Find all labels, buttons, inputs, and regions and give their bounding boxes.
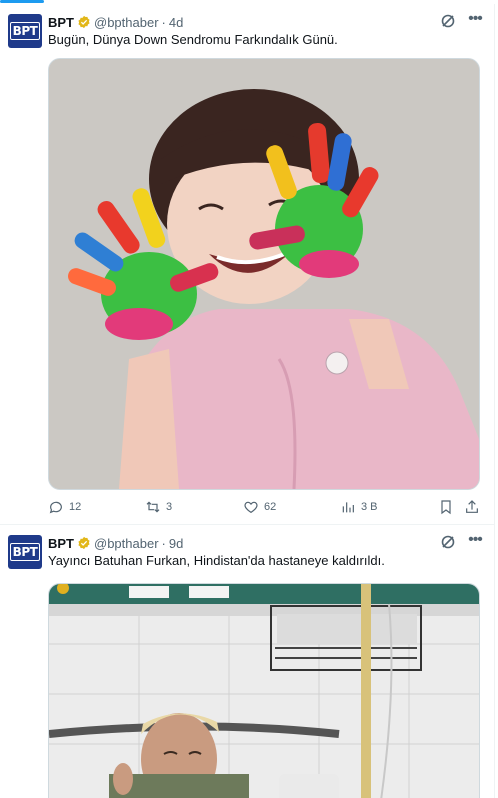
avatar-logo-text: BPT xyxy=(9,543,41,561)
tweet-text: Yayıncı Batuhan Furkan, Hindistan'da has… xyxy=(48,553,385,568)
tweet-card[interactable]: BPT BPT @bpthaber · 4d ••• Bugün, Dünya … xyxy=(0,4,495,525)
verified-badge-icon xyxy=(77,536,91,550)
avatar[interactable]: BPT xyxy=(8,535,42,569)
more-options-icon[interactable]: ••• xyxy=(466,532,484,551)
tweet-timestamp[interactable]: 9d xyxy=(169,536,183,551)
views-chart-icon xyxy=(342,502,354,513)
grok-icon[interactable] xyxy=(440,534,456,550)
avatar-logo-text: BPT xyxy=(9,22,41,40)
retweet-button[interactable]: 3 xyxy=(145,499,172,515)
active-tab-underline xyxy=(0,0,44,3)
retweet-count: 3 xyxy=(166,501,173,513)
share-icon xyxy=(466,500,478,513)
reply-button[interactable]: 12 xyxy=(48,499,81,515)
bookmark-icon xyxy=(441,500,451,515)
verified-badge-icon xyxy=(77,15,91,29)
tweet-actions: 12 3 62 3 B xyxy=(48,499,484,519)
author-handle[interactable]: @bpthaber xyxy=(94,536,159,551)
tweet-text: Bugün, Dünya Down Sendromu Farkındalık G… xyxy=(48,32,338,47)
share-button[interactable] xyxy=(464,499,485,515)
author-name[interactable]: BPT xyxy=(48,536,74,551)
bookmark-button[interactable] xyxy=(438,499,459,515)
like-button[interactable]: 62 xyxy=(243,499,276,515)
author-handle[interactable]: @bpthaber xyxy=(94,15,159,30)
separator-dot: · xyxy=(161,535,166,551)
reply-icon xyxy=(49,501,62,514)
more-options-icon[interactable]: ••• xyxy=(466,11,484,30)
separator-dot: · xyxy=(161,14,166,30)
like-count: 62 xyxy=(264,501,277,513)
tweet-timestamp[interactable]: 4d xyxy=(169,15,183,30)
avatar[interactable]: BPT xyxy=(8,14,42,48)
view-count: 3 B xyxy=(361,501,378,513)
child-painted-hands-photo xyxy=(49,59,479,489)
tweet-media-image[interactable] xyxy=(48,583,480,798)
tweet-card[interactable]: BPT BPT @bpthaber · 9d ••• Yayıncı Batuh… xyxy=(0,525,495,798)
reply-count: 12 xyxy=(69,501,82,513)
hospital-bed-photo xyxy=(49,584,479,798)
tweet-header: BPT @bpthaber · 4d xyxy=(48,13,183,31)
views-button[interactable]: 3 B xyxy=(340,499,378,515)
grok-icon[interactable] xyxy=(440,13,456,29)
tweet-media-image[interactable] xyxy=(48,58,480,490)
retweet-icon xyxy=(146,501,160,513)
tweet-header: BPT @bpthaber · 9d xyxy=(48,534,183,552)
author-name[interactable]: BPT xyxy=(48,15,74,30)
heart-icon xyxy=(244,501,258,514)
